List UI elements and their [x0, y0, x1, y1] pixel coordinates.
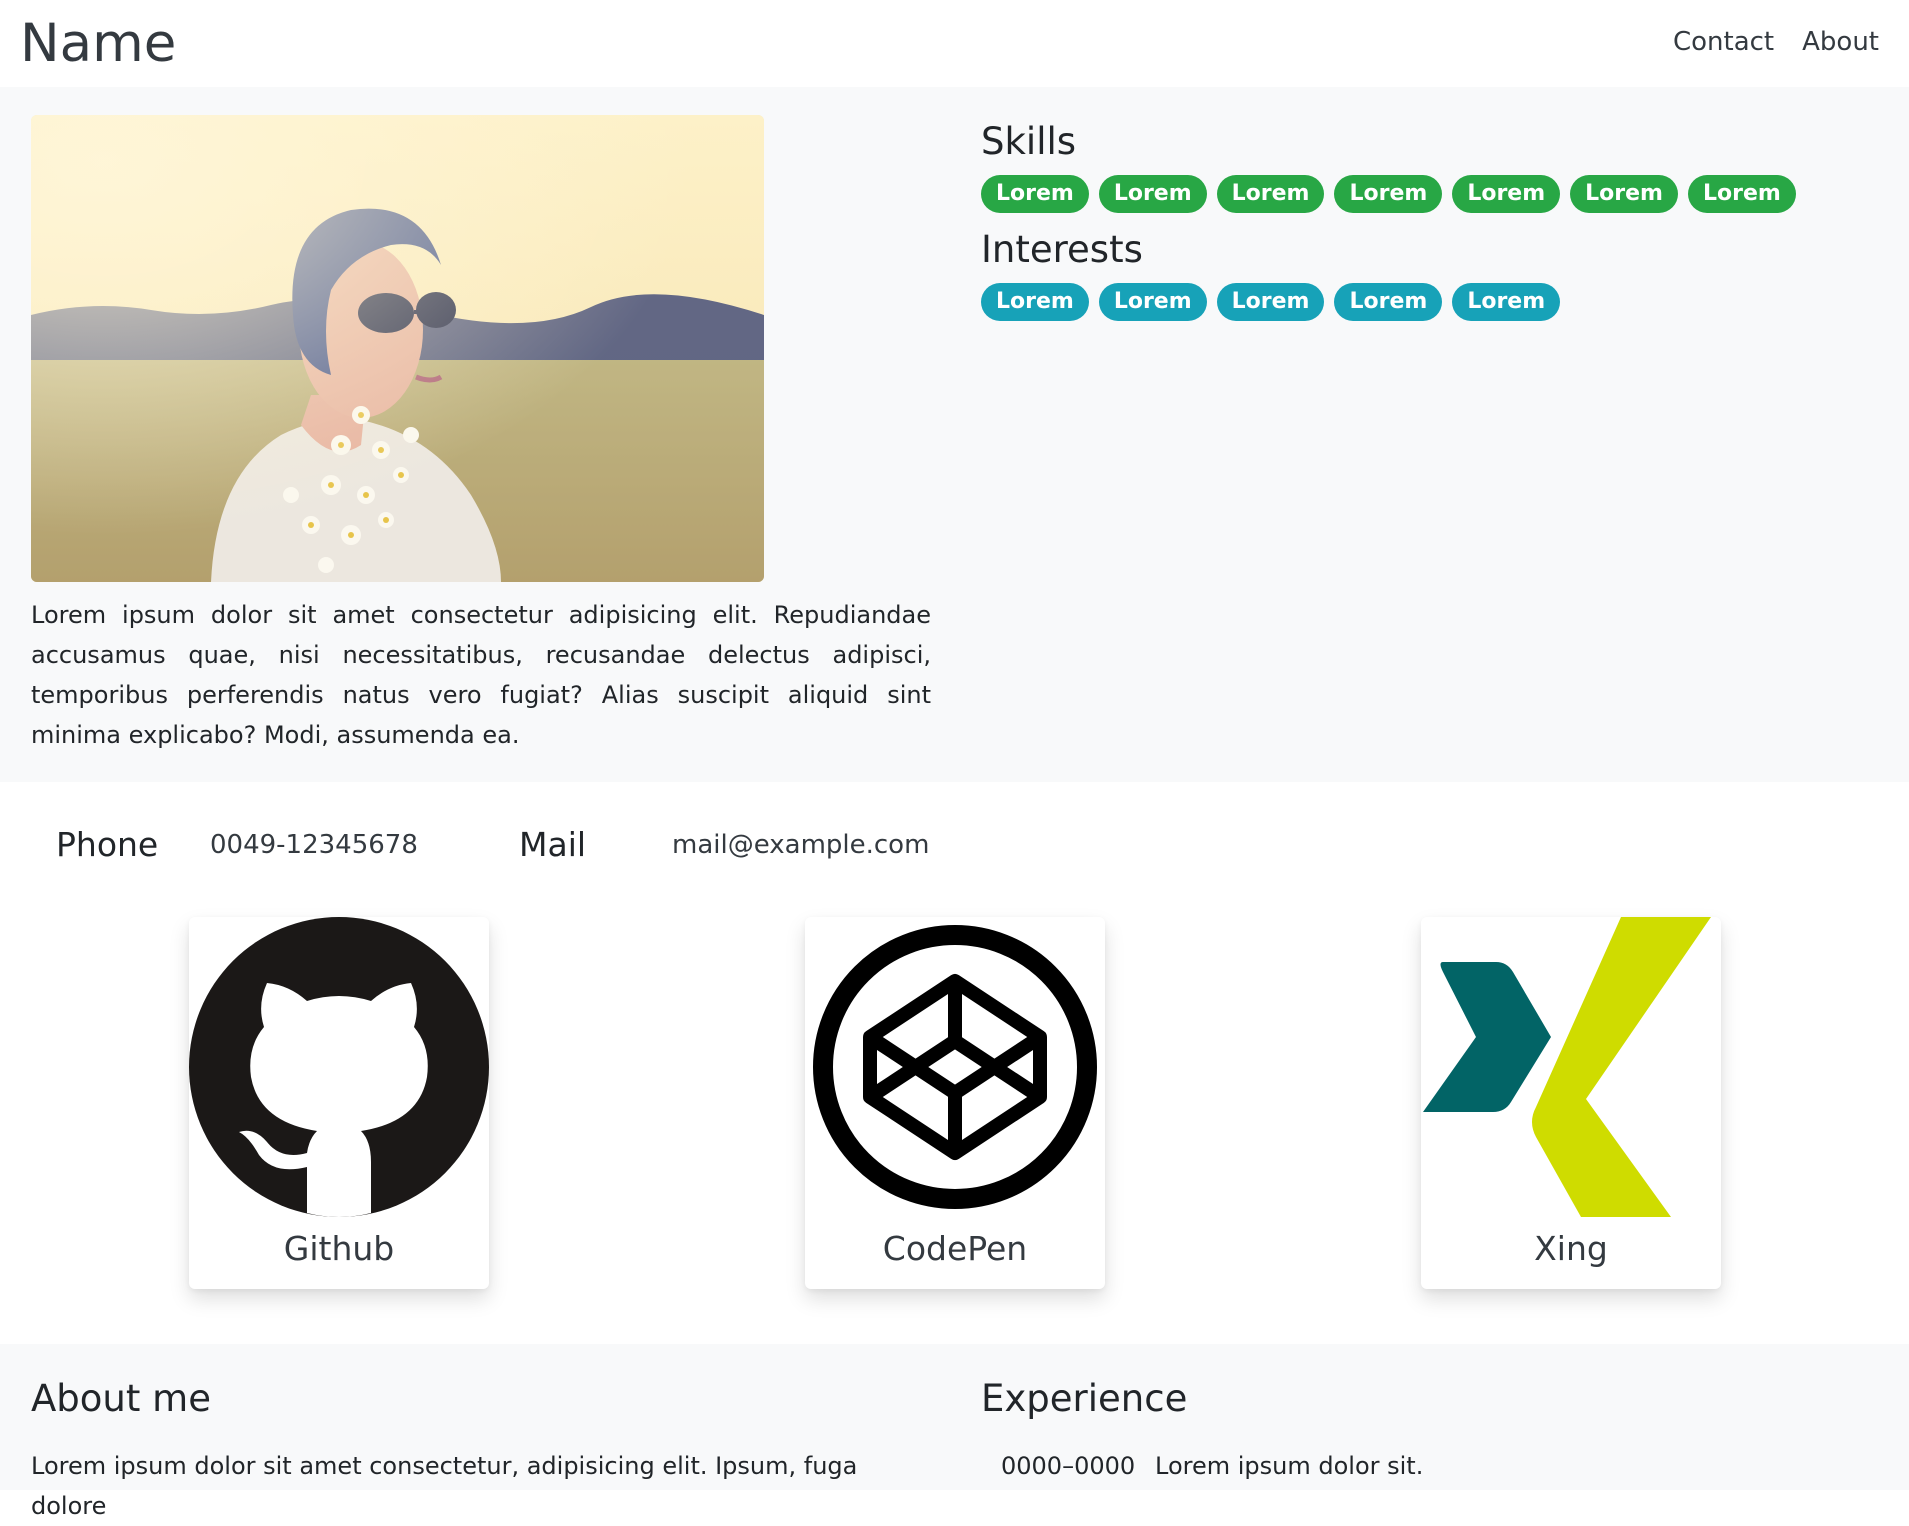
experience-heading: Experience: [981, 1377, 1188, 1420]
bio-text: Lorem ipsum dolor sit amet consectetur a…: [31, 601, 931, 749]
about-text: Lorem ipsum dolor sit amet consectetur, …: [31, 1452, 858, 1520]
interest-badge: Lorem: [1098, 283, 1207, 321]
skills-column: Skills Lorem Lorem Lorem Lorem Lorem Lor…: [981, 117, 1861, 333]
skill-badge: Lorem: [1098, 175, 1207, 213]
codepen-card-title: CodePen: [882, 1229, 1028, 1268]
nav-link-about[interactable]: About: [1802, 22, 1879, 62]
skill-badge: Lorem: [1334, 175, 1443, 213]
contact-row: Phone 0049-12345678 Mail mail@example.co…: [0, 820, 1909, 870]
github-card[interactable]: Github: [189, 917, 489, 1289]
skill-badge: Lorem: [981, 175, 1089, 213]
bottom-section: About me Lorem ipsum dolor sit amet cons…: [0, 1344, 1909, 1520]
skill-badge: Lorem: [1216, 175, 1325, 213]
interests-heading: Interests: [981, 228, 1143, 271]
experience-item: 0000–0000 Lorem ipsum dolor sit.: [981, 1446, 1861, 1486]
interest-badge: Lorem: [1452, 283, 1561, 321]
experience-column: Experience 0000–0000 Lorem ipsum dolor s…: [981, 1374, 1861, 1486]
phone-label: Phone: [56, 825, 159, 864]
interest-badge: Lorem: [1334, 283, 1443, 321]
skill-badge: Lorem: [1687, 175, 1796, 213]
experience-text: Lorem ipsum dolor sit.: [1155, 1452, 1424, 1480]
skill-badge: Lorem: [1570, 175, 1678, 213]
xing-card[interactable]: Xing: [1421, 917, 1721, 1289]
brand-name[interactable]: Name: [20, 12, 176, 76]
about-heading: About me: [31, 1377, 211, 1420]
mail-value[interactable]: mail@example.com: [672, 820, 929, 870]
about-column: About me Lorem ipsum dolor sit amet cons…: [31, 1374, 931, 1526]
skill-badge: Lorem: [1452, 175, 1561, 213]
codepen-card[interactable]: CodePen: [805, 917, 1105, 1289]
github-card-title: Github: [283, 1229, 395, 1268]
navbar: Name Contact About: [0, 0, 1909, 87]
xing-card-title: Xing: [1534, 1229, 1608, 1268]
codepen-icon: [805, 917, 1105, 1217]
interest-badge: Lorem: [1216, 283, 1325, 321]
github-icon: [189, 917, 489, 1217]
profile-photo: [31, 115, 764, 582]
xing-icon: [1421, 917, 1721, 1217]
nav-links: Contact About: [1673, 22, 1879, 62]
experience-years: 0000–0000: [1001, 1452, 1136, 1480]
nav-link-contact[interactable]: Contact: [1673, 22, 1774, 62]
interests-badges: Lorem Lorem Lorem Lorem Lorem: [981, 283, 1861, 321]
mail-label: Mail: [519, 825, 587, 864]
interest-badge: Lorem: [981, 283, 1089, 321]
phone-value[interactable]: 0049-12345678: [210, 820, 418, 870]
skills-badges: Lorem Lorem Lorem Lorem Lorem Lorem Lore…: [981, 175, 1861, 213]
profile-section: Lorem ipsum dolor sit amet consectetur a…: [0, 87, 1909, 782]
skills-heading: Skills: [981, 120, 1077, 163]
